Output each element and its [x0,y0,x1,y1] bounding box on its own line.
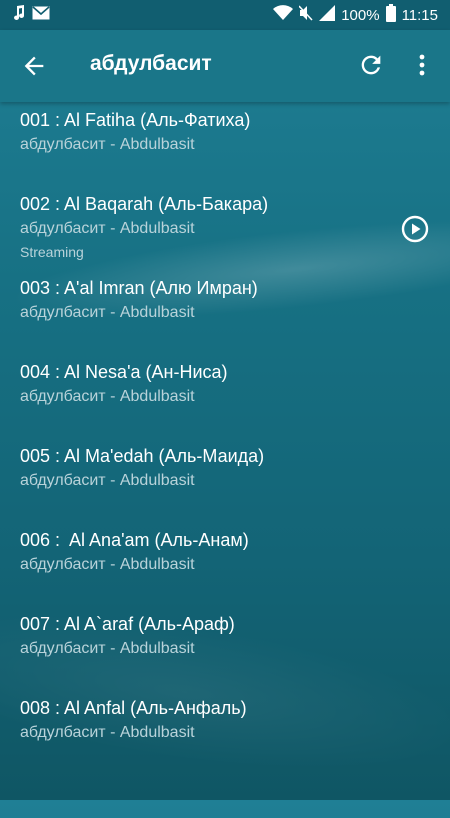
back-button[interactable] [20,52,48,80]
page-title: абдулбасит [90,52,212,75]
track-title: 008 : Al Anfal (Аль-Анфаль) [20,698,247,718]
list-item[interactable]: 001 : Al Fatiha (Аль-Фатиха) абдулбасит … [0,102,450,186]
play-button[interactable] [400,214,430,244]
streaming-status: Streaming [20,244,84,260]
wifi-icon [273,5,294,25]
refresh-button[interactable] [357,51,385,79]
status-bar-right: 100% 11:15 [273,4,438,26]
track-title: 005 : Al Ma'edah (Аль-Маида) [20,446,265,466]
status-bar-left [12,5,50,25]
mail-icon [32,6,50,24]
track-subtitle: абдулбасит - Abdulbasit [20,724,195,741]
signal-icon [319,5,336,25]
status-bar: 100% 11:15 [0,0,450,30]
track-subtitle: абдулбасит - Abdulbasit [20,640,195,657]
list-item[interactable]: 008 : Al Anfal (Аль-Анфаль) абдулбасит -… [0,690,450,774]
track-subtitle: абдулбасит - Abdulbasit [20,556,195,573]
track-title: 001 : Al Fatiha (Аль-Фатиха) [20,110,251,130]
mute-icon [298,5,313,25]
app-bar: абдулбасит [0,30,450,102]
list-item[interactable]: 003 : A'al Imran (Алю Имран) абдулбасит … [0,270,450,354]
play-circle-icon [401,215,429,243]
track-title: 006 : Al Ana'am (Аль-Анам) [20,530,249,550]
battery-icon [385,4,396,26]
track-title: 004 : Al Nesa'a (Ан-Ниса) [20,362,228,382]
track-list: 001 : Al Fatiha (Аль-Фатиха) абдулбасит … [0,102,450,774]
track-title: 003 : A'al Imran (Алю Имран) [20,278,258,298]
battery-percent: 100% [341,6,380,24]
track-subtitle: абдулбасит - Abdulbasit [20,220,195,237]
track-subtitle: абдулбасит - Abdulbasit [20,136,195,153]
list-item[interactable]: 002 : Al Baqarah (Аль-Бакара) абдулбасит… [0,186,450,270]
music-note-icon [12,5,26,25]
track-subtitle: абдулбасит - Abdulbasit [20,304,195,321]
track-title: 007 : Al A`araf (Аль-Араф) [20,614,235,634]
track-title: 002 : Al Baqarah (Аль-Бакара) [20,194,269,214]
refresh-icon [361,55,381,75]
track-subtitle: абдулбасит - Abdulbasit [20,388,195,405]
list-item[interactable]: 004 : Al Nesa'a (Ан-Ниса) абдулбасит - A… [0,354,450,438]
track-subtitle: абдулбасит - Abdulbasit [20,472,195,489]
list-item[interactable]: 006 : Al Ana'am (Аль-Анам) абдулбасит - … [0,522,450,606]
back-arrow-icon [24,56,44,76]
more-options-button[interactable] [410,50,434,80]
list-item[interactable]: 007 : Al A`araf (Аль-Араф) абдулбасит - … [0,606,450,690]
clock: 11:15 [401,6,438,24]
more-vert-icon [419,54,425,76]
list-item[interactable]: 005 : Al Ma'edah (Аль-Маида) абдулбасит … [0,438,450,522]
